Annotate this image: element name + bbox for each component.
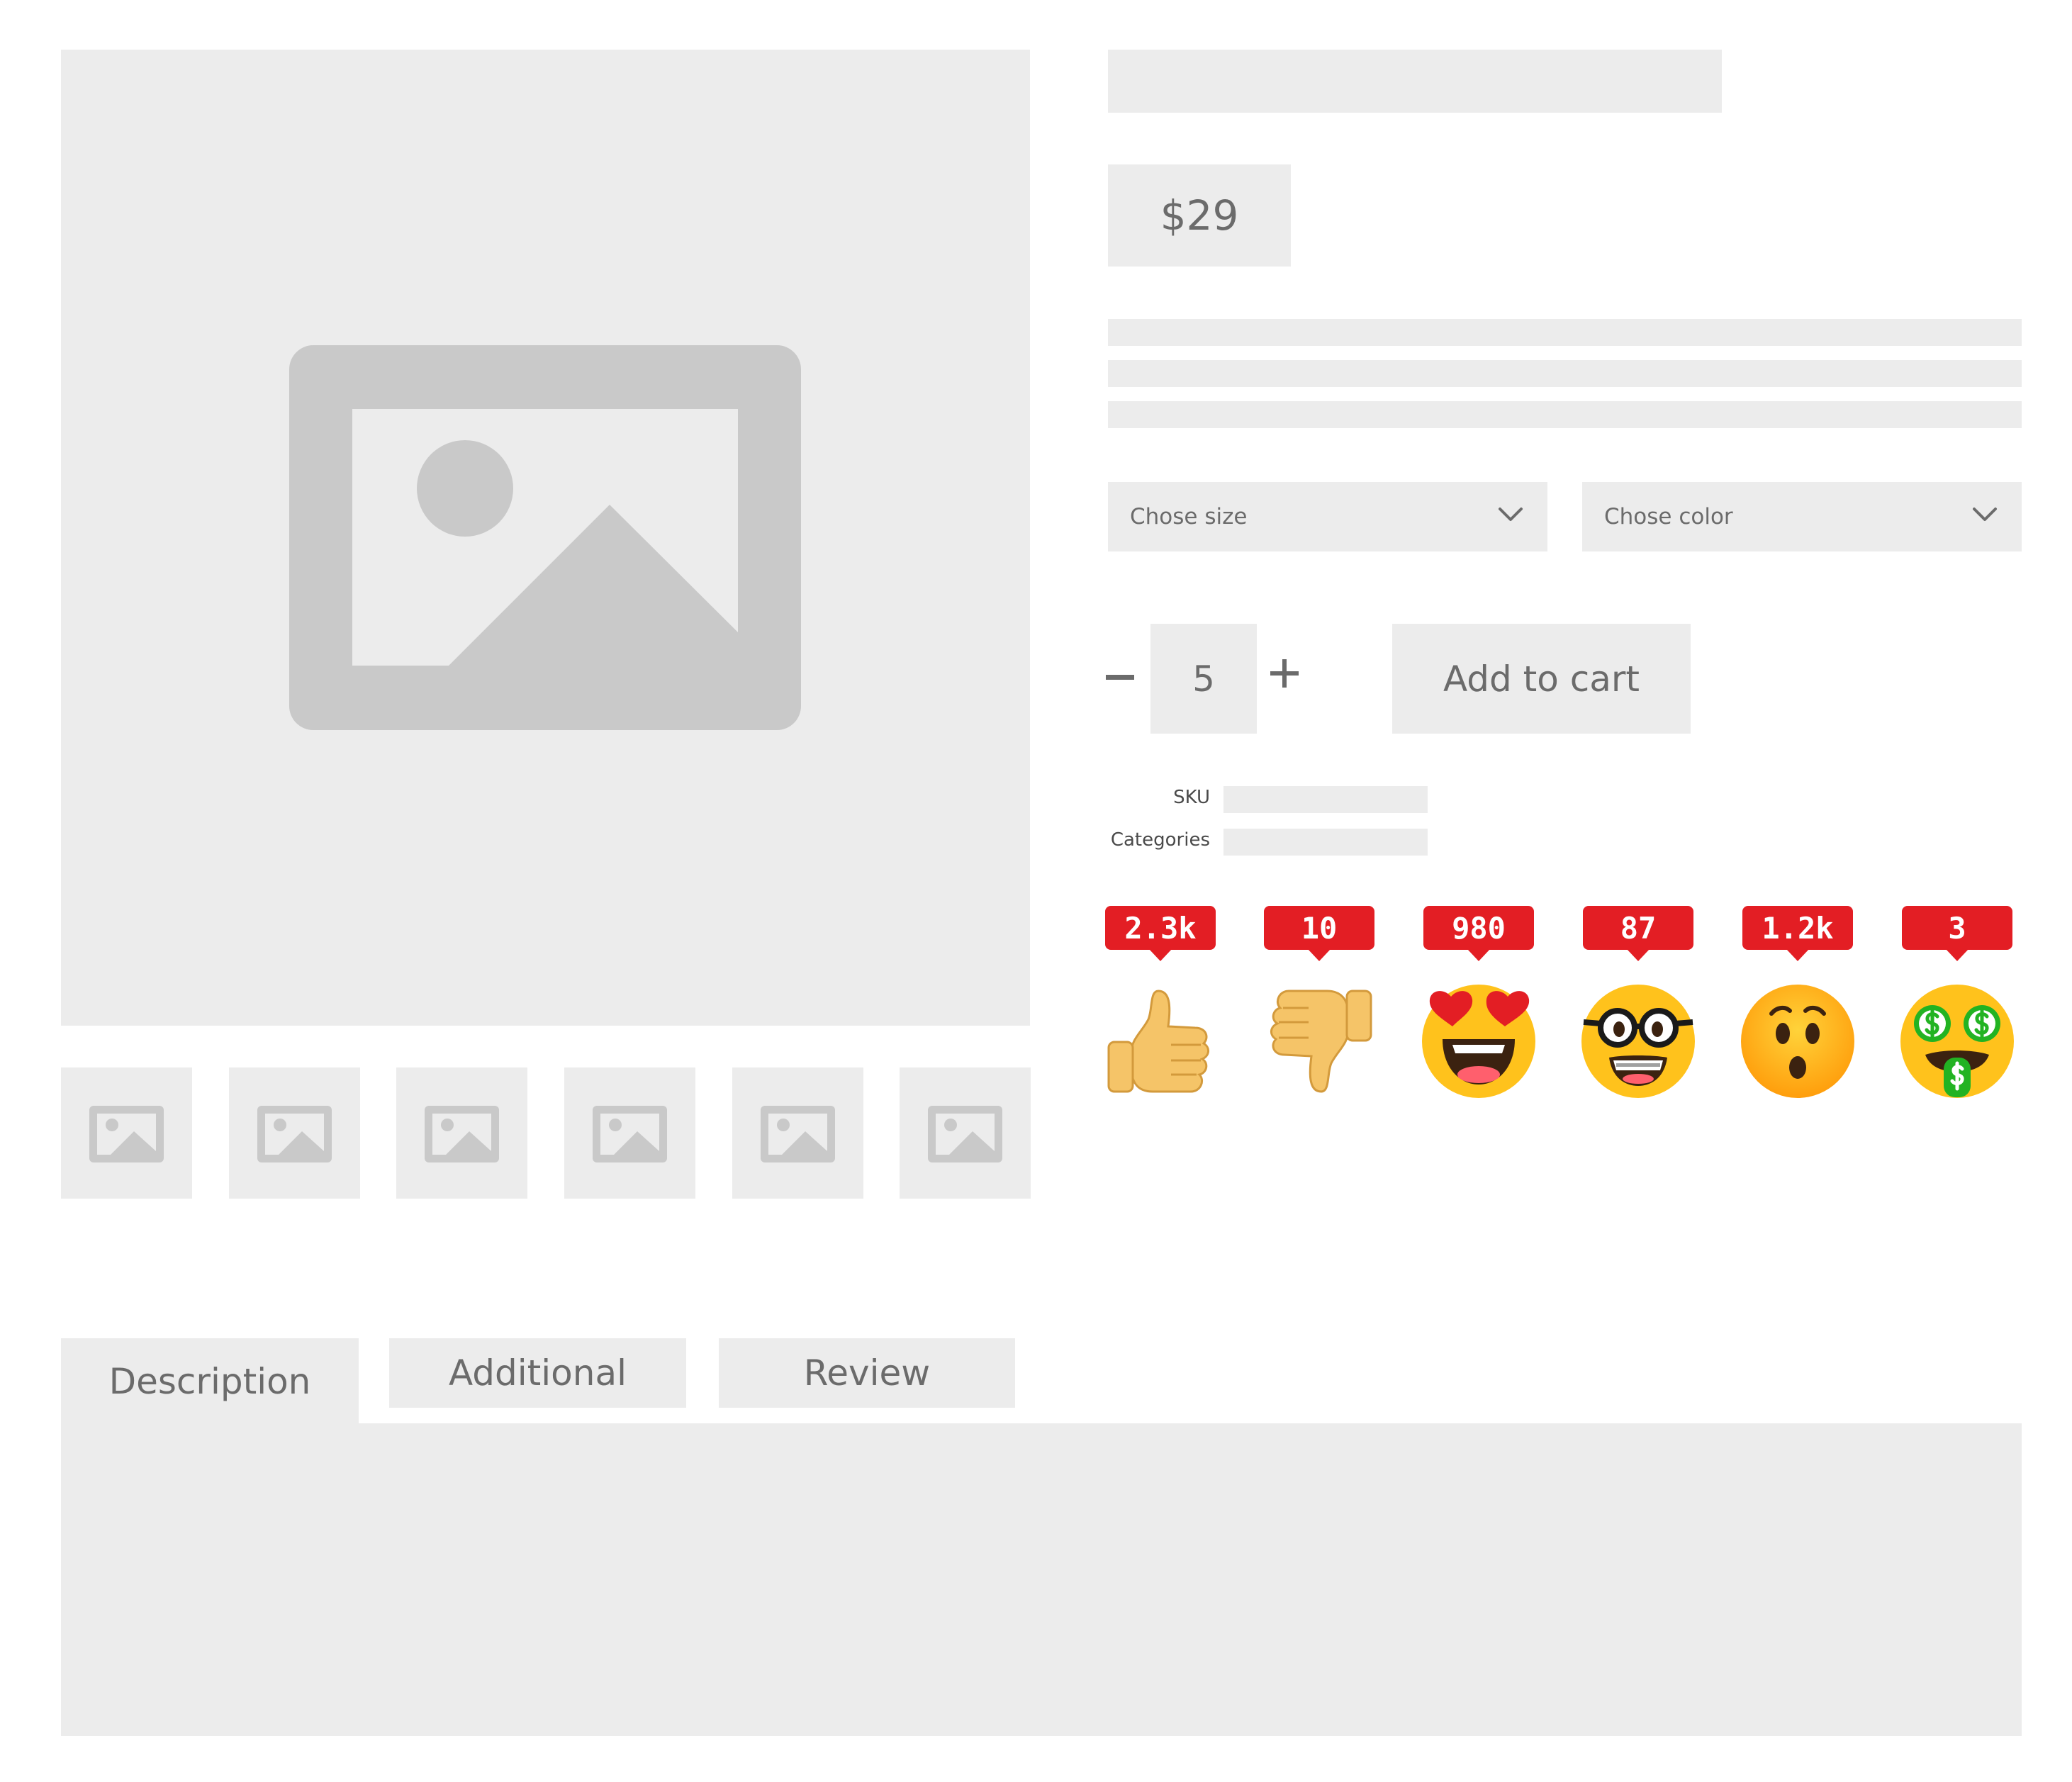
quantity-decrease-button[interactable] [1103, 656, 1137, 698]
description-line-1 [1108, 319, 2022, 346]
reaction-money-face[interactable]: 3 [1900, 906, 2015, 1099]
tab-content-panel [61, 1423, 2022, 1736]
chevron-down-icon [1973, 508, 1997, 521]
image-placeholder-icon [761, 1106, 835, 1162]
reaction-count-badge: 1.2k [1742, 906, 1853, 961]
plus-icon [1270, 659, 1299, 688]
categories-value-placeholder [1223, 829, 1428, 856]
reaction-count-badge: 10 [1264, 906, 1374, 961]
tab-additional[interactable]: Additional [389, 1338, 686, 1408]
product-price: $29 [1108, 164, 1291, 267]
nerd-face-icon [1581, 985, 1695, 1098]
size-select-value: Chose size [1130, 504, 1248, 529]
main-product-image[interactable] [61, 50, 1030, 1026]
categories-label: Categories [1110, 829, 1210, 851]
tab-review[interactable]: Review [719, 1338, 1015, 1408]
size-select[interactable]: Chose size [1108, 482, 1547, 551]
thumbs-up-icon [1107, 990, 1209, 1093]
thumbs-down-icon [1270, 990, 1372, 1093]
description-line-3 [1108, 401, 2022, 428]
image-placeholder-icon [425, 1106, 499, 1162]
thumbnail-4[interactable] [564, 1067, 695, 1199]
description-line-2 [1108, 360, 2022, 387]
surprised-face-icon [1741, 985, 1854, 1098]
thumbnail-6[interactable] [900, 1067, 1031, 1199]
tab-description[interactable]: Description [61, 1338, 359, 1425]
thumbnail-3[interactable] [396, 1067, 527, 1199]
reaction-count-badge: 980 [1423, 906, 1534, 961]
heart-eyes-icon [1422, 985, 1535, 1098]
thumbnail-2[interactable] [229, 1067, 360, 1199]
thumbnail-5[interactable] [732, 1067, 863, 1199]
color-select-value: Chose color [1604, 504, 1733, 529]
thumbnail-1[interactable] [61, 1067, 192, 1199]
quantity-increase-button[interactable] [1269, 658, 1300, 689]
minus-icon [1106, 675, 1134, 680]
add-to-cart-button[interactable]: Add to cart [1392, 624, 1691, 734]
color-select[interactable]: Chose color [1582, 482, 2022, 551]
reaction-count-badge: 2.3k [1105, 906, 1216, 961]
reaction-count-badge: 87 [1583, 906, 1693, 961]
money-face-icon [1900, 985, 2014, 1098]
image-placeholder-icon [289, 345, 801, 730]
image-placeholder-icon [89, 1106, 164, 1162]
sku-label: SKU [1173, 787, 1210, 808]
product-title-placeholder [1108, 50, 1722, 113]
chevron-down-icon [1499, 508, 1523, 521]
quantity-input[interactable]: 5 [1150, 624, 1257, 734]
reaction-thumbs-up[interactable]: 2.3k [1103, 906, 1218, 1099]
image-placeholder-icon [928, 1106, 1002, 1162]
sku-value-placeholder [1223, 786, 1428, 813]
reaction-heart-eyes[interactable]: 980 [1421, 906, 1536, 1099]
image-placeholder-icon [257, 1106, 332, 1162]
reaction-surprised-face[interactable]: 1.2k [1740, 906, 1855, 1099]
reaction-nerd-face[interactable]: 87 [1581, 906, 1696, 1099]
reaction-thumbs-down[interactable]: 10 [1262, 906, 1377, 1099]
image-placeholder-icon [593, 1106, 667, 1162]
reaction-count-badge: 3 [1902, 906, 2012, 961]
